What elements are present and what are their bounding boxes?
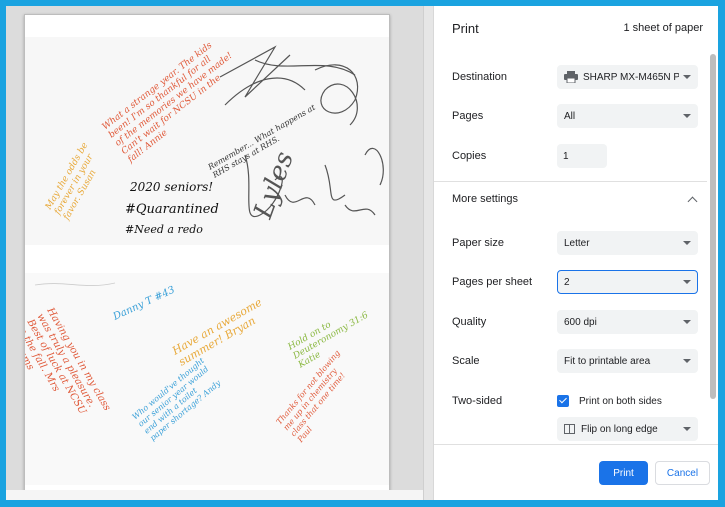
paper-size-row: Paper size Letter bbox=[452, 230, 698, 256]
scale-select[interactable]: Fit to printable area bbox=[557, 349, 698, 373]
settings-list: Destination SHARP MX-M465N PCL6 Pages bbox=[434, 50, 707, 444]
paper-size-value: Letter bbox=[564, 237, 590, 249]
sheet-count: 1 sheet of paper bbox=[623, 22, 703, 34]
next-page-peek bbox=[6, 490, 423, 500]
printer-icon bbox=[564, 71, 578, 84]
flip-select[interactable]: Flip on long edge bbox=[557, 417, 698, 441]
chevron-down-icon bbox=[683, 359, 691, 363]
flip-row: Flip on long edge bbox=[452, 416, 698, 442]
preview-page-content: What a strange year. The kidsbeen! I'm s… bbox=[25, 37, 389, 485]
pages-value: All bbox=[564, 110, 576, 122]
scale-row: Scale Fit to printable area bbox=[452, 348, 698, 374]
pages-per-sheet-select[interactable]: 2 bbox=[557, 270, 698, 294]
quality-select[interactable]: 600 dpi bbox=[557, 310, 698, 334]
settings-scrollbar[interactable] bbox=[710, 54, 716, 444]
settings-scrollbar-thumb[interactable] bbox=[710, 54, 716, 399]
chevron-down-icon bbox=[683, 280, 691, 284]
print-dialog: What a strange year. The kidsbeen! I'm s… bbox=[6, 6, 718, 500]
cancel-button[interactable]: Cancel bbox=[655, 461, 710, 485]
destination-label: Destination bbox=[452, 71, 508, 83]
settings-panel: Print 1 sheet of paper Destination SHARP… bbox=[433, 6, 718, 500]
preview-sheet: What a strange year. The kidsbeen! I'm s… bbox=[24, 14, 390, 492]
print-both-sides-checkbox[interactable]: Print on both sides bbox=[557, 395, 662, 407]
panel-header: Print 1 sheet of paper bbox=[434, 6, 718, 50]
pages-label: Pages bbox=[452, 110, 484, 122]
destination-select[interactable]: SHARP MX-M465N PCL6 bbox=[557, 65, 698, 89]
chevron-down-icon bbox=[683, 320, 691, 324]
paper-size-select[interactable]: Letter bbox=[557, 231, 698, 255]
flip-value: Flip on long edge bbox=[581, 423, 658, 435]
print-preview[interactable]: What a strange year. The kidsbeen! I'm s… bbox=[6, 6, 433, 500]
pages-per-sheet-row: Pages per sheet 2 bbox=[452, 269, 698, 295]
print-button[interactable]: Print bbox=[599, 461, 648, 485]
divider bbox=[434, 181, 707, 182]
top-page-note-6: #Quarantined bbox=[125, 202, 219, 217]
pages-per-sheet-label: Pages per sheet bbox=[452, 276, 533, 288]
chevron-up-icon bbox=[687, 196, 698, 206]
flip-icon bbox=[564, 424, 575, 434]
preview-scrollbar[interactable] bbox=[423, 6, 433, 500]
chevron-down-icon bbox=[683, 114, 691, 118]
chevron-down-icon bbox=[683, 75, 691, 79]
checkbox-checked-icon[interactable] bbox=[557, 395, 569, 407]
chevron-down-icon bbox=[683, 241, 691, 245]
dialog-footer: Print Cancel bbox=[434, 444, 718, 500]
two-sided-label: Two-sided bbox=[452, 395, 503, 407]
pages-per-sheet-value: 2 bbox=[564, 276, 570, 288]
destination-row: Destination SHARP MX-M465N PCL6 bbox=[452, 64, 698, 90]
scale-label: Scale bbox=[452, 355, 480, 367]
copies-label: Copies bbox=[452, 150, 487, 162]
panel-title: Print bbox=[452, 20, 479, 36]
destination-value: SHARP MX-M465N PCL6 bbox=[583, 71, 679, 83]
paper-size-label: Paper size bbox=[452, 237, 504, 249]
top-page-note-7: #Need a redo bbox=[125, 223, 203, 236]
quality-row: Quality 600 dpi bbox=[452, 309, 698, 335]
chevron-down-icon bbox=[683, 427, 691, 431]
scale-value: Fit to printable area bbox=[564, 355, 651, 367]
print-both-sides-label: Print on both sides bbox=[579, 395, 662, 407]
copies-row: Copies 1 bbox=[452, 143, 698, 169]
top-page-note-5: 2020 seniors! bbox=[129, 180, 213, 194]
copies-input[interactable]: 1 bbox=[557, 144, 607, 168]
more-settings-label: More settings bbox=[452, 193, 519, 205]
more-settings-toggle[interactable]: More settings bbox=[452, 186, 698, 212]
pages-select[interactable]: All bbox=[557, 104, 698, 128]
pages-row: Pages All bbox=[452, 103, 698, 129]
quality-label: Quality bbox=[452, 316, 487, 328]
quality-value: 600 dpi bbox=[564, 316, 597, 328]
